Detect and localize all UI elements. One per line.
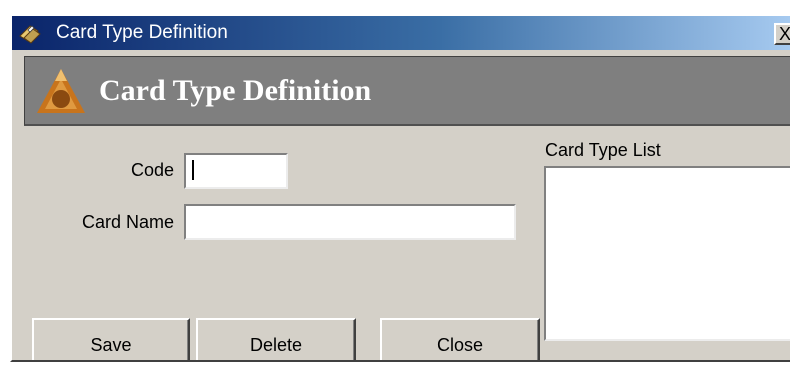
close-icon[interactable]: X (774, 23, 790, 45)
card-type-list-label: Card Type List (545, 140, 661, 160)
close-button[interactable]: Close (380, 318, 540, 360)
banner-title: Card Type Definition (99, 74, 372, 107)
triangle-logo (37, 69, 85, 113)
delete-button[interactable]: Delete (196, 318, 356, 360)
code-label: Code (130, 160, 174, 180)
card-type-definition-window: Card Type Definition X Card Type Definit… (10, 14, 790, 362)
header-banner: Card Type Definition (24, 56, 790, 126)
card-stack-icon (19, 25, 41, 44)
save-button[interactable]: Save (32, 318, 190, 360)
card-type-list[interactable] (544, 166, 790, 341)
title-bar[interactable]: Card Type Definition X (12, 16, 790, 50)
text-caret (192, 160, 194, 180)
card-name-label: Card Name (81, 212, 174, 232)
code-field[interactable] (184, 153, 288, 189)
window-title: Card Type Definition (56, 22, 228, 43)
card-name-field[interactable] (184, 204, 516, 240)
